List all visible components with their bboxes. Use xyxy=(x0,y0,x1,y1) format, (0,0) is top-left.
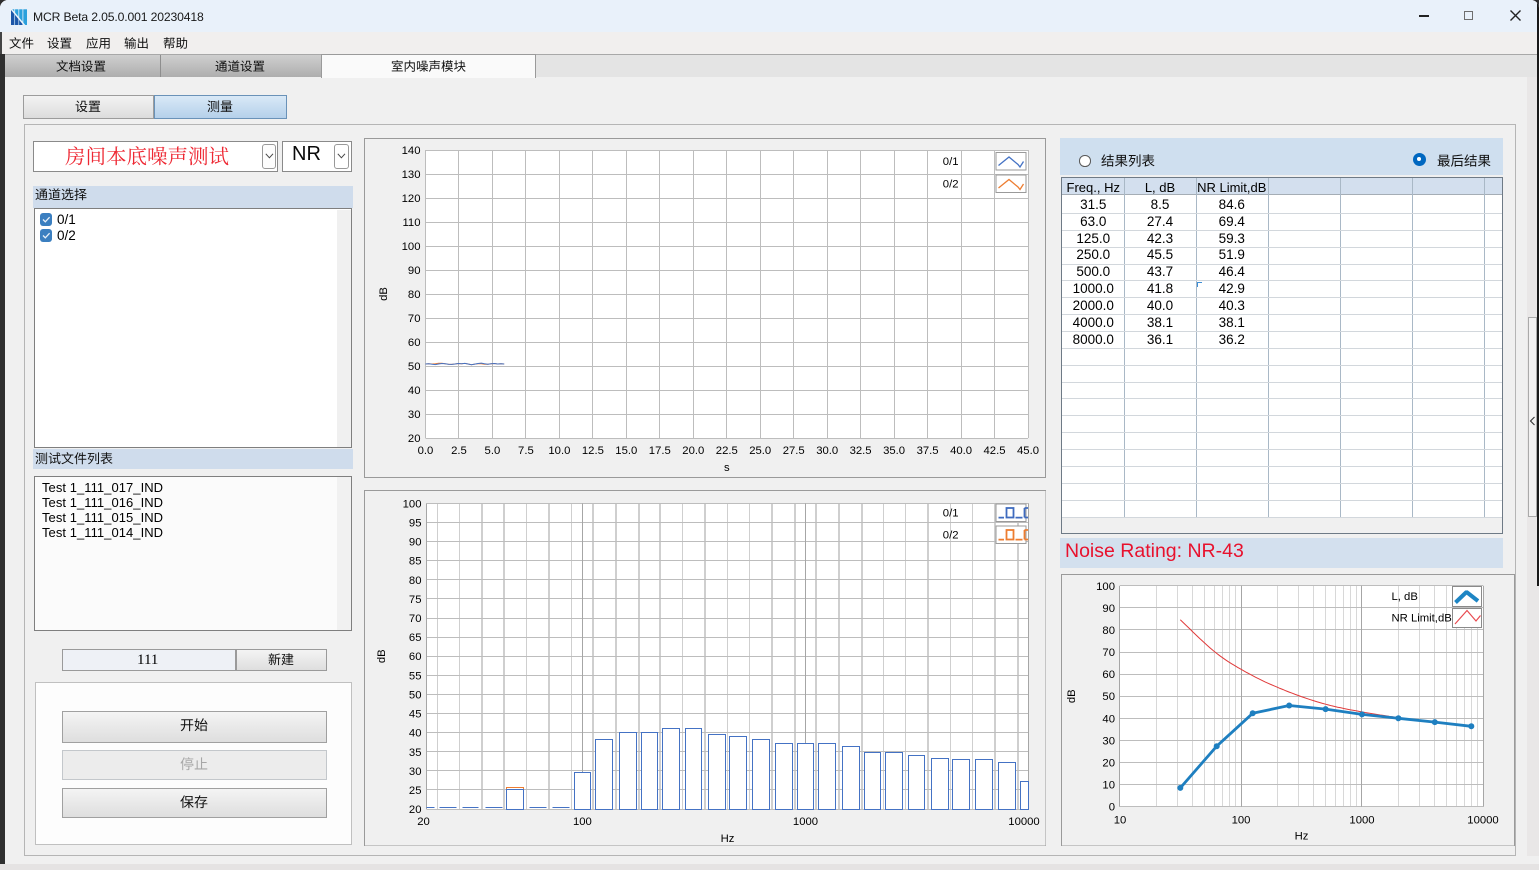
svg-text:30.0: 30.0 xyxy=(816,445,838,457)
svg-text:85: 85 xyxy=(408,555,421,567)
svg-text:37.5: 37.5 xyxy=(916,445,938,457)
svg-text:20: 20 xyxy=(417,816,430,828)
svg-text:7.5: 7.5 xyxy=(518,445,534,457)
svg-text:20.0: 20.0 xyxy=(682,445,704,457)
svg-text:1000: 1000 xyxy=(792,816,817,828)
svg-text:50: 50 xyxy=(408,689,421,701)
svg-text:40: 40 xyxy=(1102,713,1115,725)
svg-text:120: 120 xyxy=(401,193,420,205)
svg-text:100: 100 xyxy=(1096,580,1115,592)
svg-text:0/1: 0/1 xyxy=(942,156,958,168)
svg-text:40: 40 xyxy=(408,727,421,739)
svg-text:50: 50 xyxy=(407,361,420,373)
svg-text:70: 70 xyxy=(1102,647,1115,659)
svg-text:22.5: 22.5 xyxy=(715,445,737,457)
svg-text:dB: dB xyxy=(376,649,388,663)
svg-text:25: 25 xyxy=(408,785,421,797)
svg-text:140: 140 xyxy=(401,145,420,157)
svg-text:s: s xyxy=(723,462,729,474)
svg-text:100: 100 xyxy=(1232,814,1251,826)
svg-text:dB: dB xyxy=(378,287,390,301)
svg-text:95: 95 xyxy=(408,517,421,529)
svg-text:55: 55 xyxy=(408,670,421,682)
svg-text:Hz: Hz xyxy=(720,833,734,845)
svg-text:0: 0 xyxy=(1109,801,1115,813)
svg-text:60: 60 xyxy=(407,337,420,349)
svg-text:35.0: 35.0 xyxy=(883,445,905,457)
svg-text:80: 80 xyxy=(1102,625,1115,637)
svg-text:100: 100 xyxy=(401,241,420,253)
svg-text:70: 70 xyxy=(408,613,421,625)
svg-text:110: 110 xyxy=(402,217,420,229)
svg-text:100: 100 xyxy=(572,816,591,828)
svg-text:30: 30 xyxy=(408,765,421,777)
svg-text:40: 40 xyxy=(407,385,420,397)
svg-text:35: 35 xyxy=(408,746,421,758)
svg-text:65: 65 xyxy=(408,632,421,644)
svg-text:50: 50 xyxy=(1102,691,1115,703)
svg-text:75: 75 xyxy=(408,593,421,605)
svg-text:10000: 10000 xyxy=(1467,814,1498,826)
svg-text:60: 60 xyxy=(1102,669,1115,681)
svg-text:10: 10 xyxy=(1102,779,1115,791)
svg-text:90: 90 xyxy=(408,536,421,548)
svg-text:80: 80 xyxy=(407,289,420,301)
svg-text:15.0: 15.0 xyxy=(615,445,637,457)
svg-text:17.5: 17.5 xyxy=(648,445,670,457)
svg-text:130: 130 xyxy=(401,169,420,181)
svg-text:Hz: Hz xyxy=(1295,830,1309,842)
svg-text:NR Limit,dB: NR Limit,dB xyxy=(1392,612,1452,624)
svg-text:30: 30 xyxy=(407,409,420,421)
svg-text:25.0: 25.0 xyxy=(749,445,771,457)
svg-text:45: 45 xyxy=(408,708,421,720)
svg-text:5.0: 5.0 xyxy=(484,445,500,457)
svg-text:10000: 10000 xyxy=(1008,816,1039,828)
svg-text:42.5: 42.5 xyxy=(983,445,1005,457)
svg-text:20: 20 xyxy=(407,433,420,445)
svg-text:1000: 1000 xyxy=(1349,814,1374,826)
svg-text:32.5: 32.5 xyxy=(849,445,871,457)
svg-text:90: 90 xyxy=(1102,602,1115,614)
svg-text:90: 90 xyxy=(407,265,420,277)
svg-text:0/1: 0/1 xyxy=(942,507,958,519)
svg-text:60: 60 xyxy=(408,651,421,663)
svg-text:L, dB: L, dB xyxy=(1392,591,1418,603)
svg-text:0/2: 0/2 xyxy=(942,529,958,541)
svg-text:80: 80 xyxy=(408,574,421,586)
svg-text:10.0: 10.0 xyxy=(548,445,570,457)
svg-text:10: 10 xyxy=(1114,814,1127,826)
svg-text:30: 30 xyxy=(1102,735,1115,747)
svg-text:0.0: 0.0 xyxy=(417,445,433,457)
svg-text:100: 100 xyxy=(402,498,421,510)
svg-text:70: 70 xyxy=(407,313,420,325)
svg-text:45.0: 45.0 xyxy=(1017,445,1039,457)
svg-text:27.5: 27.5 xyxy=(782,445,804,457)
svg-text:40.0: 40.0 xyxy=(950,445,972,457)
svg-text:20: 20 xyxy=(1102,757,1115,769)
svg-text:2.5: 2.5 xyxy=(451,445,467,457)
svg-text:20: 20 xyxy=(408,804,421,816)
svg-text:0/2: 0/2 xyxy=(942,178,958,190)
svg-text:12.5: 12.5 xyxy=(581,445,603,457)
svg-text:dB: dB xyxy=(1066,689,1078,703)
